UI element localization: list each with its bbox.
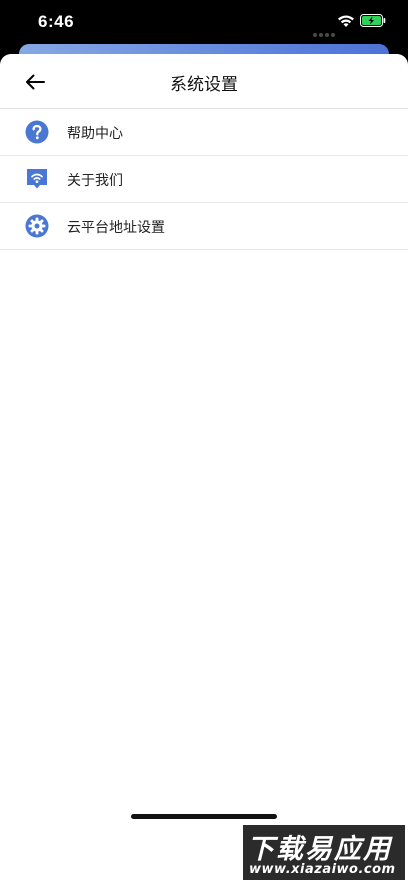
signal-dots-icon [313,22,337,41]
status-bar: 6:46 [0,0,408,48]
status-time: 6:46 [38,12,75,31]
menu-item-label: 关于我们 [67,173,123,189]
home-indicator [131,814,277,819]
nav-bar: 系统设置 [0,54,408,109]
watermark-logo: 下载易应用 www.xiazaiwo.com [243,825,405,880]
menu-item-cloud-platform-address[interactable]: 云平台地址设置 [0,203,408,250]
about-us-icon [27,169,47,189]
watermark-url: www.xiazaiwo.com [249,862,396,877]
settings-gear-icon [25,214,49,238]
help-icon [25,120,49,144]
menu-item-about-us[interactable]: 关于我们 [0,156,408,203]
menu-item-label: 帮助中心 [67,126,123,142]
page-title: 系统设置 [170,75,238,95]
wifi-icon [338,15,354,27]
watermark-title: 下载易应用 [247,834,392,865]
settings-sheet: 系统设置 帮助中心 关于我们 云平台地址设置 [0,54,408,883]
menu-item-help-center[interactable]: 帮助中心 [0,109,408,156]
menu-item-label: 云平台地址设置 [67,220,165,236]
battery-charging-icon [360,14,386,27]
